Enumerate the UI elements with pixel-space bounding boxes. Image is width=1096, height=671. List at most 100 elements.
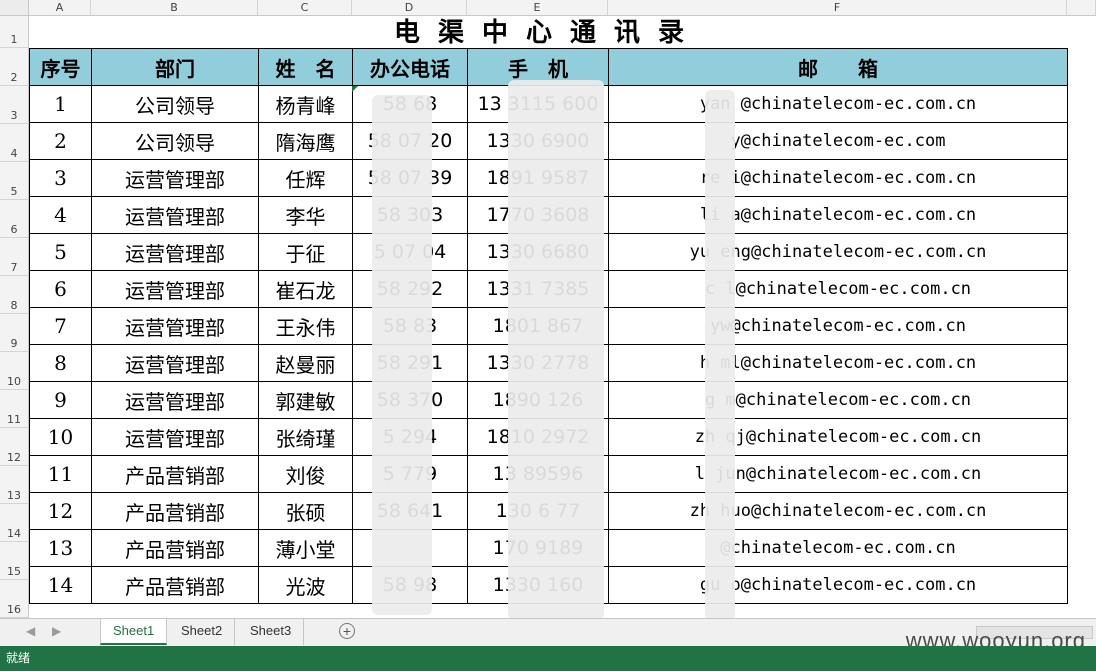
- cell-dept[interactable]: 运营管理部: [91, 418, 259, 456]
- select-all-corner[interactable]: [0, 0, 29, 16]
- cell-dept[interactable]: 公司领导: [91, 122, 259, 160]
- column-header[interactable]: A: [29, 0, 91, 16]
- cell-dept[interactable]: 产品营销部: [91, 492, 259, 530]
- cell-dept[interactable]: 运营管理部: [91, 159, 259, 197]
- cell-dept[interactable]: 运营管理部: [91, 233, 259, 271]
- cell-no[interactable]: 1: [29, 85, 92, 123]
- cell-dept[interactable]: 公司领导: [91, 85, 259, 123]
- header-email[interactable]: 邮 箱: [608, 48, 1068, 86]
- cell-email[interactable]: @chinatelecom-ec.com.cn: [608, 529, 1068, 567]
- cell-dept[interactable]: 运营管理部: [91, 344, 259, 382]
- tab-sheet1[interactable]: Sheet1: [100, 619, 168, 645]
- row-header[interactable]: 1: [0, 16, 29, 48]
- row-header[interactable]: 11: [0, 390, 29, 428]
- row-header[interactable]: 12: [0, 428, 29, 466]
- tab-sheet2[interactable]: Sheet2: [169, 619, 236, 645]
- header-name[interactable]: 姓 名: [258, 48, 353, 86]
- spreadsheet-grid[interactable]: ABCDEF 1 2 3 4 5 6 7 8 9 10 11 12 13 14 15 16 电渠中心通讯录 序…: [0, 0, 1096, 618]
- cell-email[interactable]: y@chinatelecom-ec.com: [608, 122, 1068, 160]
- cell-no[interactable]: 7: [29, 307, 92, 345]
- row-header[interactable]: 16: [0, 580, 29, 618]
- row-header[interactable]: 10: [0, 352, 29, 390]
- cell-no[interactable]: 3: [29, 159, 92, 197]
- cell-name[interactable]: 张硕: [258, 492, 353, 530]
- row-header[interactable]: 8: [0, 276, 29, 314]
- cell-dept[interactable]: 运营管理部: [91, 381, 259, 419]
- redaction-mask: [705, 90, 735, 618]
- column-header[interactable]: B: [91, 0, 258, 16]
- cell-name[interactable]: 隋海鹰: [258, 122, 353, 160]
- tab-sheet3[interactable]: Sheet3: [238, 619, 305, 645]
- status-text: 就绪: [6, 651, 31, 665]
- cell-email[interactable]: yu eng@chinatelecom-ec.com.cn: [608, 233, 1068, 271]
- status-bar: 就绪: [0, 646, 1096, 671]
- cell-name[interactable]: 任辉: [258, 159, 353, 197]
- row-header[interactable]: 4: [0, 124, 29, 162]
- header-dept[interactable]: 部门: [91, 48, 259, 86]
- row-number: 1: [10, 33, 18, 46]
- row-header[interactable]: 15: [0, 542, 29, 580]
- row-number: 7: [10, 261, 18, 274]
- comment-indicator: [352, 86, 358, 92]
- row-header[interactable]: 13: [0, 466, 29, 504]
- tab-scroll-left-icon[interactable]: ◀: [26, 624, 35, 638]
- cell-no[interactable]: 13: [29, 529, 92, 567]
- cell-email[interactable]: l jun@chinatelecom-ec.com.cn: [608, 455, 1068, 493]
- column-header[interactable]: E: [467, 0, 608, 16]
- tab-scroll-right-icon[interactable]: ▶: [52, 624, 61, 638]
- row-header[interactable]: 3: [0, 86, 29, 124]
- cell-name[interactable]: 郭建敏: [258, 381, 353, 419]
- header-no[interactable]: 序号: [29, 48, 92, 86]
- cell-no[interactable]: 5: [29, 233, 92, 271]
- cell-email[interactable]: zh qj@chinatelecom-ec.com.cn: [608, 418, 1068, 456]
- row-number: 9: [10, 337, 18, 350]
- cell-dept[interactable]: 运营管理部: [91, 307, 259, 345]
- cell-dept[interactable]: 产品营销部: [91, 566, 259, 604]
- cell-no[interactable]: 10: [29, 418, 92, 456]
- cell-email[interactable]: c l@chinatelecom-ec.com.cn: [608, 270, 1068, 308]
- row-header[interactable]: 7: [0, 238, 29, 276]
- cell-dept[interactable]: 运营管理部: [91, 196, 259, 234]
- cell-dept[interactable]: 运营管理部: [91, 270, 259, 308]
- cell-email[interactable]: li a@chinatelecom-ec.com.cn: [608, 196, 1068, 234]
- cell-no[interactable]: 2: [29, 122, 92, 160]
- cell-name[interactable]: 于征: [258, 233, 353, 271]
- row-header[interactable]: 2: [0, 48, 29, 86]
- cell-no[interactable]: 4: [29, 196, 92, 234]
- column-header[interactable]: D: [352, 0, 467, 16]
- cell-name[interactable]: 薄小堂: [258, 529, 353, 567]
- cell-no[interactable]: 9: [29, 381, 92, 419]
- column-header[interactable]: C: [258, 0, 352, 16]
- cell-name[interactable]: 王永伟: [258, 307, 353, 345]
- cell-email[interactable]: yw@chinatelecom-ec.com.cn: [608, 307, 1068, 345]
- cell-name[interactable]: 崔石龙: [258, 270, 353, 308]
- cell-no[interactable]: 12: [29, 492, 92, 530]
- cell-name[interactable]: 张绮瑾: [258, 418, 353, 456]
- cell-dept[interactable]: 产品营销部: [91, 455, 259, 493]
- sheet-title[interactable]: 电渠中心通讯录: [29, 16, 1067, 48]
- header-office-phone[interactable]: 办公电话: [352, 48, 468, 86]
- column-header[interactable]: F: [608, 0, 1067, 16]
- row-number: 8: [10, 299, 18, 312]
- cell-name[interactable]: 赵曼丽: [258, 344, 353, 382]
- row-header[interactable]: 5: [0, 162, 29, 200]
- cell-name[interactable]: 刘俊: [258, 455, 353, 493]
- row-header[interactable]: 14: [0, 504, 29, 542]
- cell-dept[interactable]: 产品营销部: [91, 529, 259, 567]
- cell-name[interactable]: 李华: [258, 196, 353, 234]
- cell-email[interactable]: h ml@chinatelecom-ec.com.cn: [608, 344, 1068, 382]
- cell-email[interactable]: yan @chinatelecom-ec.com.cn: [608, 85, 1068, 123]
- cell-no[interactable]: 11: [29, 455, 92, 493]
- cell-no[interactable]: 8: [29, 344, 92, 382]
- add-sheet-button[interactable]: +: [339, 623, 355, 639]
- row-header[interactable]: 9: [0, 314, 29, 352]
- cell-email[interactable]: zh huo@chinatelecom-ec.com.cn: [608, 492, 1068, 530]
- cell-no[interactable]: 14: [29, 566, 92, 604]
- cell-email[interactable]: g m@chinatelecom-ec.com.cn: [608, 381, 1068, 419]
- cell-name[interactable]: 杨青峰: [258, 85, 353, 123]
- cell-email[interactable]: re i@chinatelecom-ec.com.cn: [608, 159, 1068, 197]
- cell-name[interactable]: 光波: [258, 566, 353, 604]
- cell-email[interactable]: gu o@chinatelecom-ec.com.cn: [608, 566, 1068, 604]
- row-header[interactable]: 6: [0, 200, 29, 238]
- cell-no[interactable]: 6: [29, 270, 92, 308]
